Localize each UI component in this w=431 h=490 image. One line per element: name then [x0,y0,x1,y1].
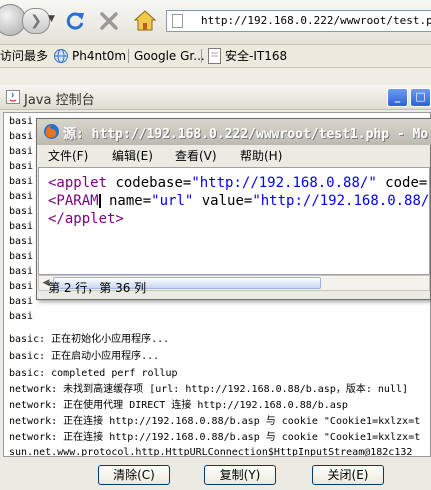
bookmark-it168[interactable]: 安全-IT168 [225,45,287,67]
log-line: basic: 正在启动小应用程序... [9,351,160,362]
log-prefix: basi [9,131,34,142]
page-icon [172,14,183,28]
log-line: basic: 正在初始化小应用程序... [9,334,170,345]
bookmark-google-groups[interactable]: Google Gr... [134,45,205,67]
bookmark-most-visited[interactable]: 访问最多 [0,45,48,67]
reload-icon[interactable] [64,10,86,32]
code-value: "http://192.168.0.88/" [191,175,377,191]
log-prefix: basi [9,236,34,247]
code-attr: value= [193,193,253,209]
stop-icon[interactable] [98,10,120,32]
java-icon [6,90,20,104]
view-source-window: 源: http://192.168.0.222/wwwroot/test1.ph… [36,118,431,300]
cursor-position: 第 2 行，第 36 列 [48,281,147,295]
log-prefix: basi [9,221,34,232]
copy-button[interactable]: 复制(Y) [204,465,276,485]
menu-edit[interactable]: 编辑(E) [112,146,153,166]
console-button-row: 清除(C) 复制(Y) 关闭(E) [0,463,431,489]
source-title-bar: 源: http://192.168.0.222/wwwroot/test1.ph… [37,119,431,145]
code-tag: </applet> [48,211,124,227]
log-prefix: basi [9,206,34,217]
console-title-bar: Java 控制台 _ □ [0,85,431,110]
log-prefix: basi [9,296,34,307]
browser-toolbar: ❯ ▼ http://192.168.0.222/wwwroot/test.ph… [0,0,431,45]
source-menu-bar: 文件(F) 编辑(E) 查看(V) 帮助(H) [37,146,431,166]
log-line: network: 正在连接 http://192.168.0.88/b.asp … [9,416,421,427]
code-line: <applet codebase="http://192.168.0.88/" … [48,174,429,192]
source-status-bar: 第 2 行，第 36 列 [38,277,430,299]
minimize-button[interactable]: _ [387,88,408,107]
log-line: network: 未找到高速缓存项 [url: http://192.168.0… [9,384,408,395]
log-prefix: basi [9,161,34,172]
page-icon [208,48,221,64]
source-title: 源: http://192.168.0.222/wwwroot/test1.ph… [63,127,429,142]
firefox-icon [44,124,59,139]
menu-view[interactable]: 查看(V) [175,146,217,166]
bookmark-separator [201,49,202,63]
history-dropdown-icon[interactable]: ▼ [48,14,55,24]
address-text: http://192.168.0.222/wwwroot/test.php [201,14,431,27]
log-line: basic: completed perf rollup [9,368,178,379]
close-button[interactable]: 关闭(E) [312,465,384,485]
bookmark-separator [128,49,129,63]
code-value: "url" [151,193,194,209]
log-prefix: basi [9,281,34,292]
code-tag: <PARAM [48,193,99,209]
code-attr: name= [100,193,152,209]
code-attr: code= [376,175,428,191]
menu-file[interactable]: 文件(F) [48,146,88,166]
forward-button[interactable]: ❯ [22,8,50,34]
log-prefix: basi [9,266,34,277]
code-line: <PARAM name="url" value="http://192.168.… [48,192,430,210]
log-prefix: basi [9,251,34,262]
log-line: network: 正在连接 http://192.168.0.88/b.asp … [9,432,421,443]
menu-help[interactable]: 帮助(H) [240,146,282,166]
log-prefix: basi [9,116,34,127]
log-prefix: basi [9,146,34,157]
code-tag: <applet [48,175,108,191]
maximize-button[interactable]: □ [410,88,431,107]
source-code-area[interactable]: <applet codebase="http://192.168.0.88/" … [38,167,430,275]
home-icon[interactable] [133,9,157,33]
log-line: sun.net.www.protocol.http.HttpURLConnect… [9,447,413,457]
log-prefix: basi [9,176,34,187]
code-line: </applet> [48,210,124,228]
clear-button[interactable]: 清除(C) [98,465,170,485]
code-value: " [427,175,429,191]
address-bar[interactable]: http://192.168.0.222/wwwroot/test.php [166,10,431,32]
code-attr: codebase= [107,175,192,191]
globe-icon [54,49,68,63]
bookmark-ph4nt0m[interactable]: Ph4nt0m [72,45,126,67]
log-prefix: basi [9,311,34,322]
code-value: "http://192.168.0.88/b [252,193,430,209]
log-prefix: basi [9,191,34,202]
log-line: network: 正在使用代理 DIRECT 连接 http://192.168… [9,400,348,411]
bookmarks-bar: 访问最多 Ph4nt0m Google Gr... 安全-IT168 [0,45,431,68]
console-title: Java 控制台 [24,93,95,108]
